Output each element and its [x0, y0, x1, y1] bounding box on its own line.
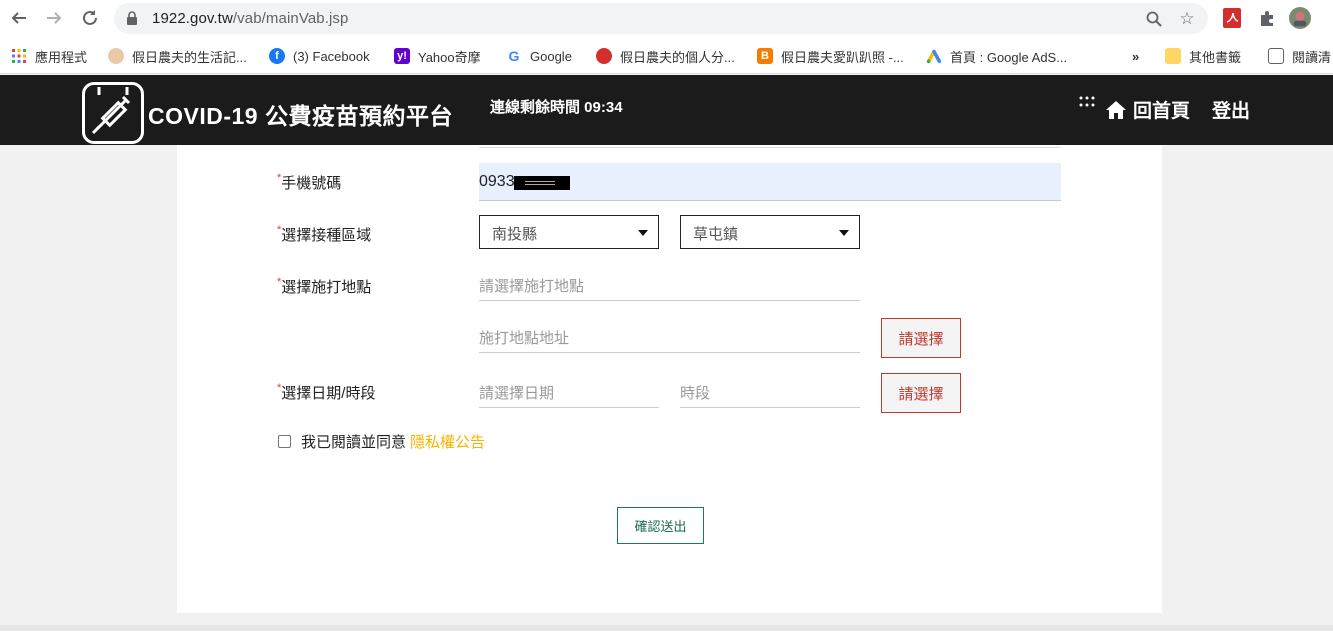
township-value: 草屯鎮 — [693, 226, 739, 243]
address-bar[interactable]: 1922.gov.tw/vab/mainVab.jsp ☆ — [114, 3, 1208, 34]
reading-list[interactable]: 閱讀清 — [1268, 46, 1331, 66]
privacy-policy-link[interactable]: 隱私權公告 — [410, 431, 485, 452]
submit-button[interactable]: 確認送出 — [617, 507, 704, 544]
bookmark-yahoo[interactable]: y! Yahoo奇摩 — [394, 46, 481, 66]
folder-icon — [1165, 48, 1181, 64]
overflow-chevron-icon: » — [1132, 48, 1140, 64]
site-label: *選擇施打地點 — [277, 276, 371, 297]
zoom-icon[interactable] — [1144, 9, 1164, 29]
vaccine-logo-icon[interactable] — [82, 82, 144, 144]
label-text: 選擇接種區域 — [281, 227, 372, 244]
datetime-label: *選擇日期/時段 — [277, 382, 375, 403]
reload-icon[interactable] — [79, 7, 101, 29]
label-text: 選擇施打地點 — [281, 279, 372, 296]
site-title: COVID-19 公費疫苗預約平台 — [148, 103, 453, 129]
bookmark-label: 首頁 : Google AdS... — [950, 49, 1068, 65]
apps-grid-icon — [11, 48, 27, 64]
google-ads-icon — [926, 48, 942, 64]
bookmark-farmer-photos[interactable]: B 假日農夫愛趴趴照 -... — [757, 46, 904, 66]
pin-icon — [596, 48, 612, 64]
redaction-mask — [514, 176, 570, 190]
session-timer: 連線剩餘時間 09:34 — [490, 99, 623, 116]
bookmark-label: 閱讀清 — [1292, 49, 1332, 65]
site-address-input[interactable]: 施打地點地址 — [479, 321, 860, 353]
consent-row: 我已閱讀並同意 隱私權公告 — [278, 431, 485, 452]
site-select-button[interactable]: 請選擇 — [881, 318, 961, 358]
bookmark-label: Google — [530, 48, 572, 64]
consent-text: 我已閱讀並同意 — [301, 434, 407, 451]
extensions-puzzle-icon[interactable] — [1256, 7, 1278, 29]
url-text: 1922.gov.tw/vab/mainVab.jsp — [152, 10, 349, 27]
bookmark-label: 假日農夫的個人分... — [620, 49, 735, 65]
yahoo-icon: y! — [394, 48, 410, 64]
lock-icon[interactable] — [126, 11, 138, 30]
bookmark-farmer-share[interactable]: 假日農夫的個人分... — [596, 46, 735, 66]
bookmark-farmer-blog[interactable]: 假日農夫的生活記... — [108, 46, 247, 66]
bookmark-label: 假日農夫愛趴趴照 -... — [781, 49, 904, 65]
dropdown-caret-icon — [638, 230, 648, 236]
menu-dots-icon[interactable] — [1079, 96, 1095, 108]
facebook-icon: f — [269, 48, 285, 64]
bookmark-star-icon[interactable]: ☆ — [1177, 9, 1197, 29]
township-select[interactable]: 草屯鎮 — [680, 215, 860, 249]
datetime-select-button[interactable]: 請選擇 — [881, 373, 961, 413]
home-label: 回首頁 — [1133, 101, 1191, 122]
avatar-icon — [108, 48, 124, 64]
bookmark-google[interactable]: G Google — [506, 46, 572, 66]
bookmark-apps[interactable]: 應用程式 — [11, 46, 87, 66]
bookmark-label: 應用程式 — [35, 49, 88, 65]
site-input[interactable]: 請選擇施打地點 — [479, 269, 860, 301]
bookmark-label: (3) Facebook — [293, 48, 370, 64]
blogger-icon: B — [757, 48, 773, 64]
bookmark-google-ads[interactable]: 首頁 : Google AdS... — [926, 46, 1067, 66]
county-select[interactable]: 南投縣 — [479, 215, 659, 249]
logout-link[interactable]: 登出 — [1212, 96, 1250, 123]
horizontal-scrollbar[interactable] — [0, 625, 1333, 631]
label-text: 選擇日期/時段 — [281, 385, 376, 402]
google-icon: G — [508, 48, 520, 64]
county-value: 南投縣 — [492, 226, 538, 243]
forward-arrow-icon[interactable] — [43, 7, 65, 29]
bookmarks-overflow-button[interactable]: » — [1132, 46, 1139, 66]
phone-value: 0933 — [479, 173, 515, 190]
bookmarks-bar: 應用程式 假日農夫的生活記... f (3) Facebook y! Yahoo… — [0, 38, 1333, 74]
site-header: COVID-19 公費疫苗預約平台 連線剩餘時間 09:34 回首頁 登出 — [0, 75, 1333, 145]
divider — [479, 147, 1061, 148]
redaction-lines — [525, 181, 555, 182]
other-bookmarks-folder[interactable]: 其他書籤 — [1165, 46, 1241, 66]
phone-label: *手機號碼 — [277, 172, 341, 193]
pdf-extension-icon[interactable] — [1221, 7, 1243, 29]
booking-form-card: *手機號碼 0933 *選擇接種區域 南投縣 草屯鎮 *選擇施打地點 請選擇施打… — [177, 145, 1162, 613]
date-input[interactable]: 請選擇日期 — [479, 376, 659, 408]
label-text: 手機號碼 — [281, 175, 342, 192]
bookmark-label: Yahoo奇摩 — [418, 49, 481, 65]
bookmark-label: 其他書籤 — [1189, 49, 1242, 65]
timeslot-input[interactable]: 時段 — [680, 376, 860, 408]
profile-avatar[interactable] — [1289, 7, 1311, 29]
browser-toolbar: 1922.gov.tw/vab/mainVab.jsp ☆ — [0, 0, 1333, 38]
home-link[interactable]: 回首頁 — [1105, 96, 1190, 123]
dropdown-caret-icon — [839, 230, 849, 236]
phone-input[interactable]: 0933 — [479, 163, 1061, 201]
bookmark-label: 假日農夫的生活記... — [132, 49, 247, 65]
consent-checkbox[interactable] — [278, 435, 291, 448]
home-icon — [1105, 100, 1127, 120]
region-label: *選擇接種區域 — [277, 224, 371, 245]
back-arrow-icon[interactable] — [8, 7, 30, 29]
bookmark-facebook[interactable]: f (3) Facebook — [269, 46, 370, 66]
reading-list-icon — [1268, 48, 1284, 64]
